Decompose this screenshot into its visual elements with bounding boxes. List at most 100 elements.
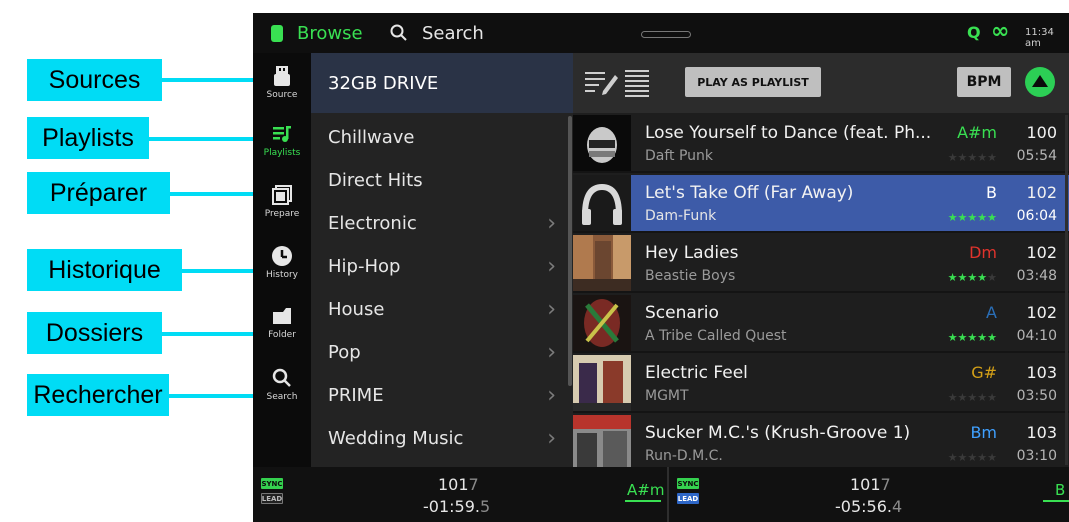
crate-item[interactable]: Electronic › (311, 202, 566, 245)
clock-time: 11:34 am (1025, 27, 1054, 49)
deck-time-remaining: -01:59.5 (423, 497, 490, 516)
album-art (573, 355, 631, 411)
quantize-indicator[interactable]: Q (967, 23, 981, 42)
rail-item-search[interactable]: Search (253, 355, 311, 413)
source-rail: Source Playlists Prepare History Folder … (253, 53, 311, 467)
rail-item-prepare[interactable]: Prepare (253, 172, 311, 230)
rail-label: Prepare (264, 208, 300, 219)
drag-handle[interactable] (641, 31, 691, 38)
deck-time-fraction: 4 (891, 497, 903, 516)
track-bpm: 102 (1026, 303, 1057, 322)
key-indicator-line (1043, 500, 1069, 502)
rating-stars: ★★★★★ (947, 331, 997, 344)
track-artist: Beastie Boys (645, 268, 736, 284)
rail-label: Playlists (263, 147, 301, 158)
track-bpm: 102 (1026, 243, 1057, 262)
list-view-icon[interactable] (625, 69, 649, 97)
track-duration: 04:10 (1016, 328, 1057, 344)
track-artist: Daft Punk (645, 148, 714, 164)
browse-tab[interactable]: Browse (271, 13, 363, 53)
crate-item[interactable]: Wedding Music › (311, 417, 566, 460)
track-title: Sucker M.C.'s (Krush-Groove 1) (645, 423, 911, 443)
track-bpm: 103 (1026, 423, 1057, 442)
rating-stars: ★★★★★ (947, 271, 997, 284)
rail-label: Search (266, 391, 298, 402)
crate-item[interactable]: House › (311, 288, 566, 331)
chevron-right-icon: › (547, 211, 556, 236)
lead-badge[interactable]: LEAD (677, 493, 699, 504)
track-row[interactable]: Hey Ladies Beastie Boys Dm ★★★★★ 102 03:… (573, 235, 1069, 293)
chevron-right-icon: › (547, 383, 556, 408)
callout-label: Rechercher (27, 374, 169, 416)
chevron-right-icon: › (547, 297, 556, 322)
track-row[interactable]: Electric Feel MGMT G# ★★★★★ 103 03:50 (573, 355, 1069, 413)
track-row[interactable]: Let's Take Off (Far Away) Dam-Funk B ★★★… (573, 175, 1069, 233)
track-scrollbar[interactable] (1065, 115, 1068, 465)
arrow-line (149, 137, 254, 141)
lead-badge[interactable]: LEAD (261, 493, 283, 504)
triangle-up-icon (1032, 75, 1048, 87)
database-icon (271, 24, 283, 42)
crate-label: Direct Hits (328, 170, 423, 191)
track-title: Lose Yourself to Dance (feat. Ph... (645, 123, 932, 143)
deck-time-main: -05:56. (835, 497, 892, 516)
track-title: Scenario (645, 303, 719, 323)
crate-scrollbar[interactable] (568, 116, 572, 386)
album-art (573, 295, 631, 351)
crate-item[interactable]: Chillwave (311, 116, 566, 159)
sync-badge[interactable]: SYNC (677, 478, 699, 489)
edit-list-icon[interactable] (585, 69, 619, 95)
album-art (573, 175, 631, 231)
track-duration: 03:50 (1016, 388, 1057, 404)
track-bpm: 102 (1026, 183, 1057, 202)
track-title: Hey Ladies (645, 243, 739, 263)
sort-direction-button[interactable] (1025, 67, 1055, 97)
deck-status-bar: SYNC LEAD 1017 -01:59.5 A#m SYNC LEAD 10… (253, 467, 1069, 522)
deck-key: A#m (627, 481, 665, 499)
track-bpm: 103 (1026, 363, 1057, 382)
album-art (573, 115, 631, 171)
crate-item[interactable]: PRIME › (311, 374, 566, 417)
crate-label: Hip-Hop (328, 256, 401, 277)
track-row[interactable]: Sucker M.C.'s (Krush-Groove 1) Run-D.M.C… (573, 415, 1069, 473)
deck-time-main: -01:59. (423, 497, 480, 516)
rail-item-playlists[interactable]: Playlists (253, 111, 311, 169)
crate-item[interactable]: Pop › (311, 331, 566, 374)
crate-label: Electronic (328, 213, 417, 234)
link-icon[interactable]: ∞ (991, 19, 1009, 44)
rail-item-source[interactable]: Source (253, 53, 311, 111)
search-tab[interactable]: Search (390, 13, 484, 53)
album-art (573, 415, 631, 471)
rail-item-history[interactable]: History (253, 233, 311, 291)
search-label: Search (422, 22, 484, 44)
sort-bpm-button[interactable]: BPM (957, 67, 1011, 97)
crate-label: Wedding Music (328, 428, 464, 449)
chevron-right-icon: › (547, 426, 556, 451)
track-list: PLAY AS PLAYLIST BPM Lose Yourself to Da… (573, 53, 1069, 473)
key-indicator-line (625, 500, 661, 502)
arrow-line (162, 78, 254, 82)
track-artist: A Tribe Called Quest (645, 328, 787, 344)
crate-list: 32GB DRIVE Chillwave Direct Hits Electro… (311, 53, 573, 467)
device-screen: Browse Search Q ∞ 11:34 am Source Playli… (253, 13, 1069, 522)
prepare-icon (272, 184, 292, 205)
crate-item[interactable]: Direct Hits (311, 159, 566, 202)
rating-stars: ★★★★★ (947, 391, 997, 404)
track-row[interactable]: Scenario A Tribe Called Quest A ★★★★★ 10… (573, 295, 1069, 353)
source-header[interactable]: 32GB DRIVE (311, 53, 573, 113)
track-row[interactable]: Lose Yourself to Dance (feat. Ph... Daft… (573, 115, 1069, 173)
sync-badge[interactable]: SYNC (261, 478, 283, 489)
deck-bpm-main: 101 (850, 475, 881, 494)
deck-time-fraction: 5 (479, 497, 491, 516)
track-toolbar: PLAY AS PLAYLIST BPM (573, 53, 1069, 113)
track-key: G# (971, 363, 997, 382)
play-as-playlist-button[interactable]: PLAY AS PLAYLIST (685, 67, 821, 97)
rail-label: Source (266, 89, 298, 100)
chevron-right-icon: › (547, 254, 556, 279)
track-key: B (986, 183, 997, 202)
crate-item[interactable]: Hip-Hop › (311, 245, 566, 288)
crate-label: Chillwave (328, 127, 415, 148)
rail-item-folder[interactable]: Folder (253, 293, 311, 351)
track-key: Bm (970, 423, 997, 442)
crate-label: PRIME (328, 385, 384, 406)
